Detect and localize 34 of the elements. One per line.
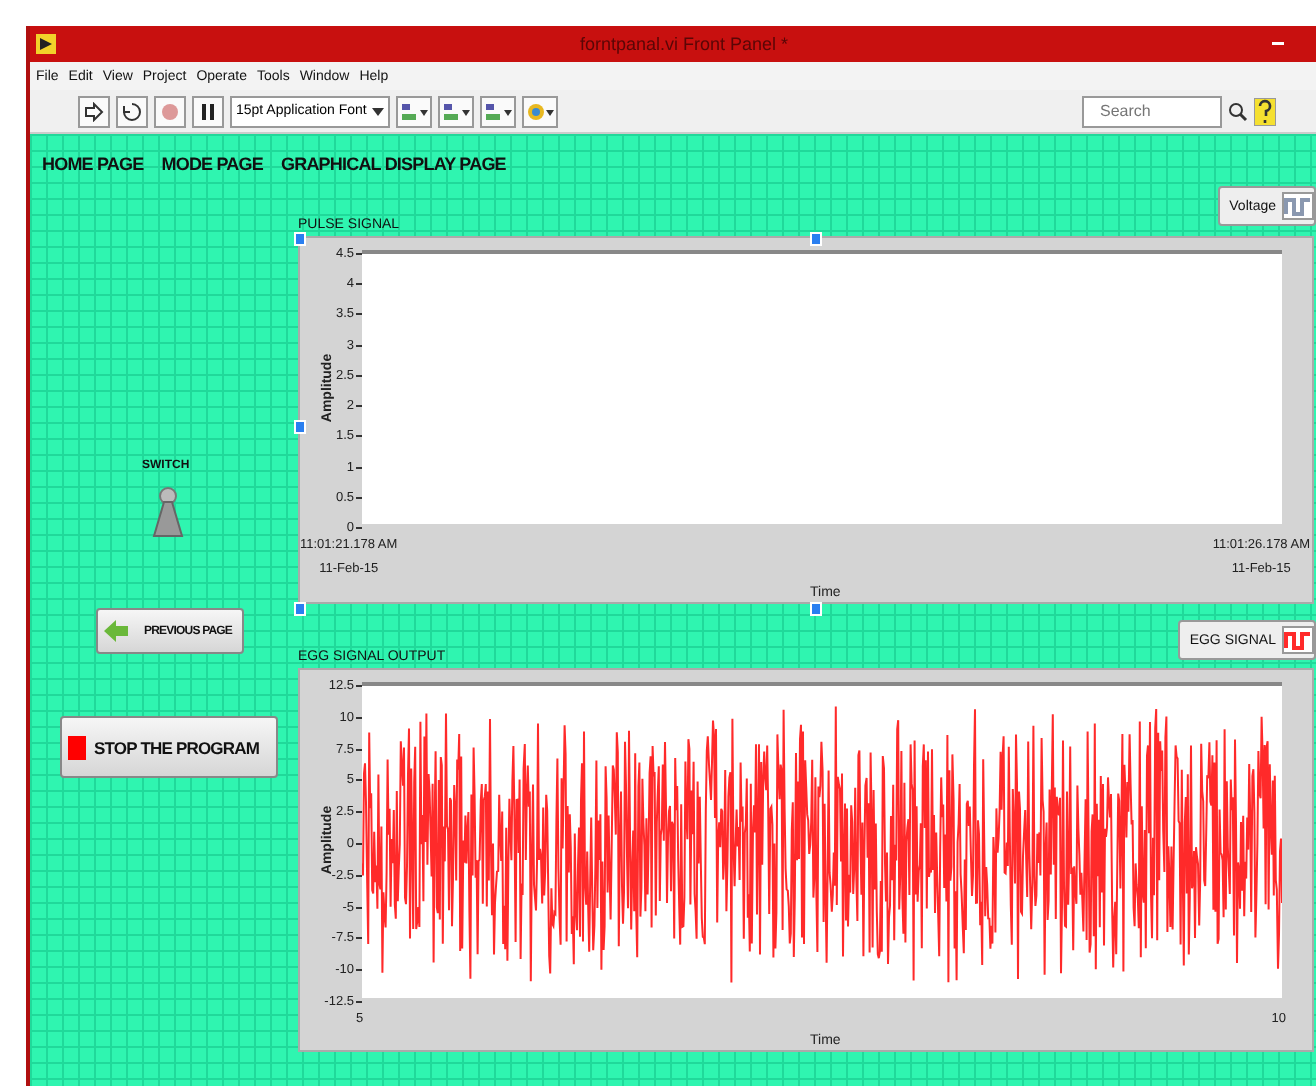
stop-circle-icon (160, 101, 180, 121)
stop-button[interactable]: STOP THE PROGRAM (60, 716, 278, 778)
arrow-icon (84, 101, 104, 121)
search-field[interactable]: Search (1082, 95, 1222, 127)
app-icon (36, 34, 56, 54)
distribute-icon (442, 101, 471, 121)
page-label: HOME PAGE (42, 154, 144, 174)
help-icon[interactable] (1254, 97, 1276, 125)
search-icon[interactable] (1228, 101, 1248, 121)
circular-arrow-icon (122, 101, 142, 121)
pause-button[interactable] (192, 95, 224, 127)
page-label: MODE PAGE (161, 154, 263, 174)
selection-handle[interactable] (294, 232, 306, 246)
run-button[interactable] (78, 95, 110, 127)
selection-handle[interactable] (810, 602, 822, 616)
window-title: forntpanal.vi Front Panel * (577, 34, 791, 54)
selection-handle[interactable] (294, 602, 306, 616)
selection-handle[interactable] (810, 232, 822, 246)
align-button[interactable] (396, 95, 433, 127)
selection-handle[interactable] (294, 420, 306, 434)
page-label: GRAPHICAL DISPLAY PAGE (281, 154, 506, 174)
caret-icon (372, 107, 385, 115)
run-continuously-button[interactable] (116, 95, 148, 127)
toggle-switch[interactable] (152, 486, 184, 538)
distribute-button[interactable] (438, 95, 475, 127)
pause-icon (198, 101, 218, 121)
reorder-icon (526, 101, 555, 121)
align-icon (400, 101, 429, 121)
minimize-icon[interactable] (1272, 42, 1284, 46)
reorder-button[interactable] (522, 95, 559, 127)
resize-icon (484, 101, 513, 121)
stop-square-icon (68, 735, 86, 759)
left-arrow-icon (104, 620, 128, 642)
resize-button[interactable] (480, 95, 517, 127)
